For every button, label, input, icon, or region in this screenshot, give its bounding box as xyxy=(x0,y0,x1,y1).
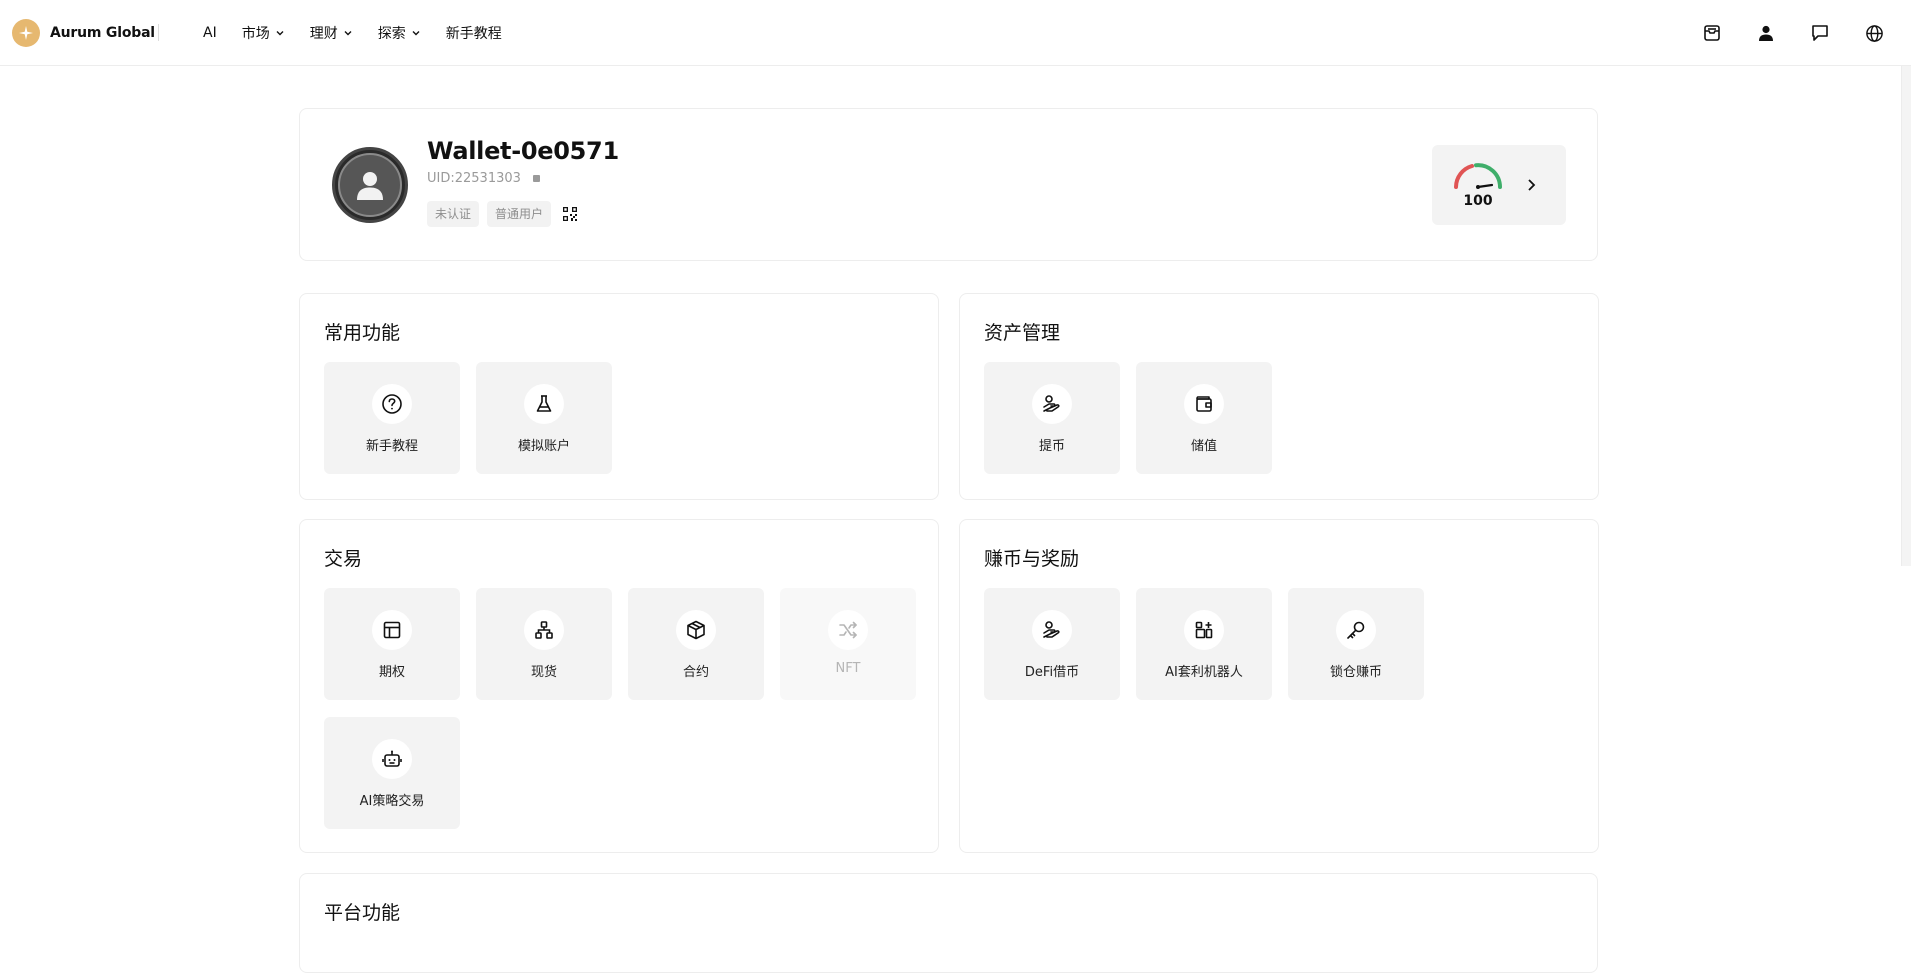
user-icon[interactable] xyxy=(1753,20,1779,46)
key-icon xyxy=(1336,610,1376,650)
inbox-icon[interactable] xyxy=(1699,20,1725,46)
chevron-down-icon xyxy=(411,28,421,38)
credit-score-value: 100 xyxy=(1463,193,1493,209)
asset-management-card: 资产管理 提币 储值 xyxy=(959,293,1599,500)
common-functions-card: 常用功能 新手教程 模拟账户 xyxy=(299,293,939,500)
verification-badge: 未认证 xyxy=(427,201,480,227)
tile-label: AI套利机器人 xyxy=(1165,665,1243,680)
tile-label: 现货 xyxy=(530,665,557,680)
question-circle-icon xyxy=(372,384,412,424)
tile-label: 期权 xyxy=(378,665,405,680)
uid-text: UID:22531303 xyxy=(427,171,521,186)
top-navigation-bar: Aurum Global AI 市场 理财 探索 新手教程 xyxy=(0,0,1911,66)
layout-icon xyxy=(372,610,412,650)
brand-name: Aurum Global xyxy=(50,25,155,41)
tile-demo-account[interactable]: 模拟账户 xyxy=(476,362,612,474)
tile-label: AI策略交易 xyxy=(359,794,425,809)
robot-icon xyxy=(372,739,412,779)
tile-defi-borrow[interactable]: DeFi借币 xyxy=(984,588,1120,700)
chevron-down-icon xyxy=(343,28,353,38)
wallet-name: Wallet-0e0571 xyxy=(427,137,619,165)
tile-label: 储值 xyxy=(1190,439,1217,454)
tile-tutorial[interactable]: 新手教程 xyxy=(324,362,460,474)
tile-options[interactable]: 期权 xyxy=(324,588,460,700)
tile-label: NFT xyxy=(835,661,861,676)
nav-label: 市场 xyxy=(241,26,270,42)
chevron-down-icon xyxy=(275,28,285,38)
chat-icon[interactable] xyxy=(1807,20,1833,46)
section-title: 赚币与奖励 xyxy=(984,548,1080,570)
section-title: 资产管理 xyxy=(984,322,1061,344)
gauge-icon xyxy=(1454,163,1502,189)
wallet-icon xyxy=(1184,384,1224,424)
uid-row: UID:22531303 xyxy=(427,171,540,186)
tile-label: 新手教程 xyxy=(365,439,418,454)
copy-icon[interactable] xyxy=(532,175,540,182)
tile-contract[interactable]: 合约 xyxy=(628,588,764,700)
tile-label: 合约 xyxy=(682,665,709,680)
nav-label: 探索 xyxy=(377,26,406,42)
nav-item-ai[interactable]: AI xyxy=(203,25,217,41)
nav-item-tutorial[interactable]: 新手教程 xyxy=(446,23,502,43)
cube-icon xyxy=(676,610,716,650)
shuffle-icon xyxy=(828,610,868,650)
apps-add-icon xyxy=(1184,610,1224,650)
flask-icon xyxy=(524,384,564,424)
tile-locked-staking[interactable]: 锁仓赚币 xyxy=(1288,588,1424,700)
section-title: 常用功能 xyxy=(324,322,401,344)
header-actions xyxy=(1671,20,1887,46)
tile-ai-arbitrage-bot[interactable]: AI套利机器人 xyxy=(1136,588,1272,700)
section-title: 交易 xyxy=(324,548,363,570)
avatar-user-icon xyxy=(338,153,402,217)
profile-tags: 未认证 普通用户 xyxy=(427,201,579,227)
tile-spot[interactable]: 现货 xyxy=(476,588,612,700)
chevron-right-icon xyxy=(1522,173,1542,197)
tile-nft[interactable]: NFT xyxy=(780,588,916,700)
nav-item-explore[interactable]: 探索 xyxy=(378,23,421,43)
tile-label: 锁仓赚币 xyxy=(1329,665,1382,680)
tile-label: 模拟账户 xyxy=(517,439,570,454)
avatar[interactable] xyxy=(332,147,408,223)
credit-score-button[interactable]: 100 xyxy=(1432,145,1566,225)
page-scrollbar[interactable] xyxy=(1901,66,1911,566)
section-title: 平台功能 xyxy=(324,902,401,924)
profile-card: Wallet-0e0571 UID:22531303 未认证 普通用户 100 xyxy=(299,108,1598,261)
platform-functions-card: 平台功能 xyxy=(299,873,1598,973)
tile-withdraw[interactable]: 提币 xyxy=(984,362,1120,474)
tile-label: 提币 xyxy=(1038,439,1065,454)
nav-item-finance[interactable]: 理财 xyxy=(310,23,353,43)
brand-divider xyxy=(158,24,159,41)
globe-icon[interactable] xyxy=(1861,20,1887,46)
network-icon xyxy=(524,610,564,650)
nav-label: 理财 xyxy=(309,26,338,42)
user-level-badge: 普通用户 xyxy=(487,201,552,227)
hand-coin-icon xyxy=(1032,384,1072,424)
tile-deposit[interactable]: 储值 xyxy=(1136,362,1272,474)
nav-label: AI xyxy=(203,25,217,41)
trade-card: 交易 期权 现货 合约 NFT AI策略交易 xyxy=(299,519,939,853)
tile-ai-strategy[interactable]: AI策略交易 xyxy=(324,717,460,829)
main-nav: AI 市场 理财 探索 新手教程 xyxy=(203,20,527,46)
brand[interactable]: Aurum Global xyxy=(12,18,155,48)
hand-coin-icon xyxy=(1032,610,1072,650)
earn-rewards-card: 赚币与奖励 DeFi借币 AI套利机器人 锁仓赚币 xyxy=(959,519,1599,853)
qr-code-icon[interactable] xyxy=(561,205,579,223)
tile-label: DeFi借币 xyxy=(1024,665,1080,680)
nav-label: 新手教程 xyxy=(445,26,502,42)
nav-item-market[interactable]: 市场 xyxy=(242,23,285,43)
sparkle-icon xyxy=(12,19,40,47)
